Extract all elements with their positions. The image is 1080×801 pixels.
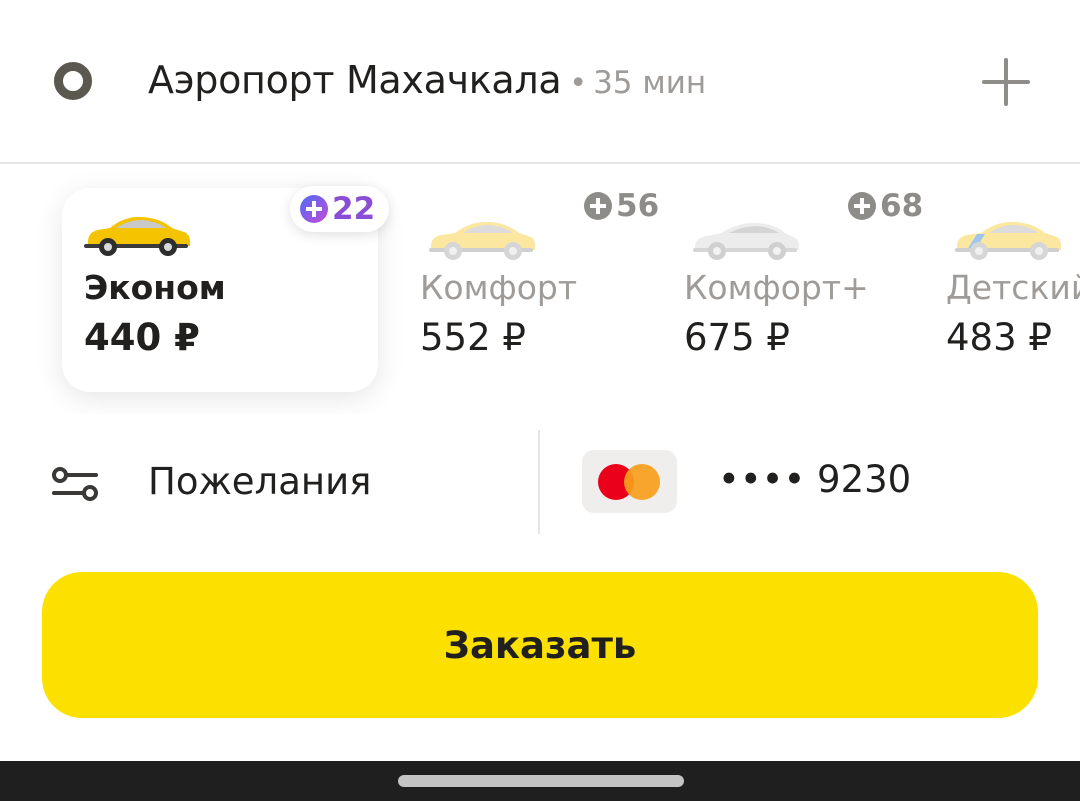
plus-points-value: 68 — [880, 188, 924, 224]
tariff-card-econom[interactable]: 22 Эконом 440 ₽ — [62, 186, 390, 392]
destination-name: Аэропорт Махачкала — [148, 58, 562, 102]
plus-points-value: 56 — [616, 188, 660, 224]
tariff-card-kids[interactable]: Детский 483 ₽ — [924, 188, 1080, 392]
card-number: •••• 9230 — [718, 458, 912, 501]
order-button-label: Заказать — [443, 623, 637, 667]
destination-row[interactable]: Аэропорт Махачкала • 35 мин — [0, 0, 1080, 163]
destination-ring-icon — [54, 62, 92, 100]
wishes-button[interactable]: Пожелания — [40, 434, 510, 534]
system-nav-bar — [0, 761, 1080, 801]
tariff-price: 552 ₽ — [420, 316, 526, 359]
econom-car-icon — [84, 216, 190, 256]
plus-cashback-badge: 68 — [848, 184, 923, 228]
eta-separator: • — [569, 66, 588, 101]
vertical-divider — [538, 430, 540, 534]
order-button[interactable]: Заказать — [42, 572, 1038, 718]
order-options: Пожелания •••• 9230 — [0, 414, 1080, 554]
trip-eta: 35 мин — [593, 65, 707, 101]
tariff-price: 483 ₽ — [946, 316, 1052, 359]
tariff-price: 440 ₽ — [84, 316, 200, 359]
kids-car-icon — [955, 221, 1061, 260]
payment-method-button[interactable]: •••• 9230 — [582, 448, 1002, 514]
wishes-label: Пожелания — [148, 460, 372, 503]
tariff-name: Детский — [946, 268, 1080, 307]
mastercard-icon — [582, 450, 677, 513]
plus-points-icon — [584, 192, 612, 220]
plus-points-value: 22 — [332, 191, 376, 227]
sliders-icon — [52, 467, 98, 501]
tariff-price: 675 ₽ — [684, 316, 790, 359]
plus-cashback-badge: 22 — [290, 186, 390, 232]
destination-text[interactable]: Аэропорт Махачкала • 35 мин — [148, 58, 706, 108]
tariff-name: Эконом — [84, 268, 226, 307]
tariff-carousel[interactable]: 22 Эконом 440 ₽ 56 Комфорт 552 ₽ 68 Комф… — [0, 164, 1080, 414]
plus-points-icon — [848, 192, 876, 220]
comfort-car-icon — [429, 221, 535, 260]
home-gesture-handle[interactable] — [398, 775, 684, 787]
tariff-name: Комфорт — [420, 268, 578, 307]
comfort-plus-car-icon — [693, 222, 799, 260]
add-stop-plus-icon[interactable] — [980, 56, 1032, 108]
plus-points-icon — [300, 195, 328, 223]
plus-cashback-badge: 56 — [584, 184, 659, 228]
tariff-name: Комфорт+ — [684, 268, 869, 307]
